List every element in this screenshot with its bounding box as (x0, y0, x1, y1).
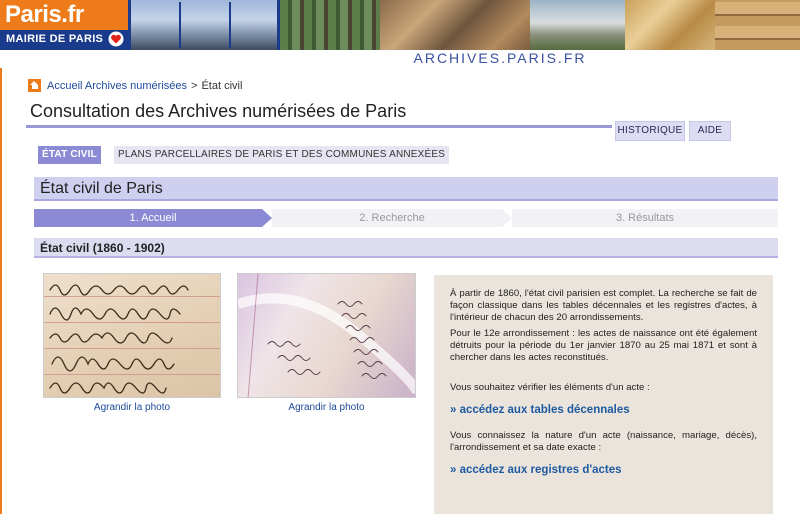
info-paragraph-1: À partir de 1860, l'état civil parisien … (450, 288, 757, 323)
window-frame (179, 2, 181, 48)
banner-photo-paris (128, 0, 280, 50)
window-frame (229, 2, 231, 48)
know-text: Vous connaissez la nature d'un acte (nai… (450, 430, 757, 453)
logo-subtitle: MAIRIE DE PARIS (6, 33, 104, 45)
handwriting-scribbles (49, 284, 189, 394)
aide-button[interactable]: AIDE (689, 121, 731, 141)
breadcrumb-current: État civil (201, 79, 243, 92)
agrandir-photo-2-link[interactable]: Agrandir la photo (237, 402, 416, 413)
banner-photo-building (530, 0, 625, 50)
step-recherche: 2. Recherche (272, 209, 512, 227)
tab-etat-civil[interactable]: ÉTAT CIVIL (38, 146, 101, 164)
progress-steps: 1. Accueil 2. Recherche 3. Résultats (34, 209, 778, 227)
breadcrumb-separator: > (191, 79, 198, 92)
info-paragraph-2: Pour le 12e arrondissement : les actes d… (450, 328, 757, 363)
step-resultats: 3. Résultats (512, 209, 778, 227)
breadcrumb-home-link[interactable]: Accueil Archives numérisées (47, 80, 187, 92)
home-icon[interactable] (28, 79, 41, 92)
paris-logo[interactable]: Paris.fr MAIRIE DE PARIS (0, 0, 128, 50)
historique-button[interactable]: HISTORIQUE (615, 121, 685, 141)
banner-photo-archive-boxes (715, 0, 800, 50)
subsection-title: État civil (1860 - 1902) (34, 238, 778, 258)
info-panel: À partir de 1860, l'état civil parisien … (434, 275, 773, 514)
page-title: Consultation des Archives numérisées de … (30, 101, 407, 121)
heart-icon (108, 31, 124, 47)
verify-text: Vous souhaitez vérifier les éléments d'u… (450, 382, 650, 393)
book-pages-drawing (238, 274, 415, 397)
step-accueil: 1. Accueil (34, 209, 272, 227)
photo-registre-manuscrit[interactable] (43, 273, 221, 398)
site-title: ARCHIVES.PARIS.FR (413, 50, 587, 66)
logo-text: Paris.fr (5, 1, 84, 28)
site-banner: Paris.fr MAIRIE DE PARIS ARCHIVES.PARIS.… (0, 0, 800, 68)
banner-photo-document (625, 0, 715, 50)
left-rail (0, 68, 2, 514)
photo-tables-decennales[interactable] (237, 273, 416, 398)
breadcrumb: Accueil Archives numérisées > État civil (28, 79, 242, 92)
title-underline (26, 125, 612, 128)
banner-photo-reading-room (380, 0, 530, 50)
tab-plans-parcellaires[interactable]: PLANS PARCELLAIRES DE PARIS ET DES COMMU… (114, 146, 450, 164)
tables-decennales-link[interactable]: » accédez aux tables décennales (450, 404, 757, 416)
registres-actes-link[interactable]: » accédez aux registres d'actes (450, 464, 757, 476)
agrandir-photo-1-link[interactable]: Agrandir la photo (43, 402, 221, 413)
banner-photo-books (280, 0, 380, 50)
section-title: État civil de Paris (34, 177, 778, 201)
